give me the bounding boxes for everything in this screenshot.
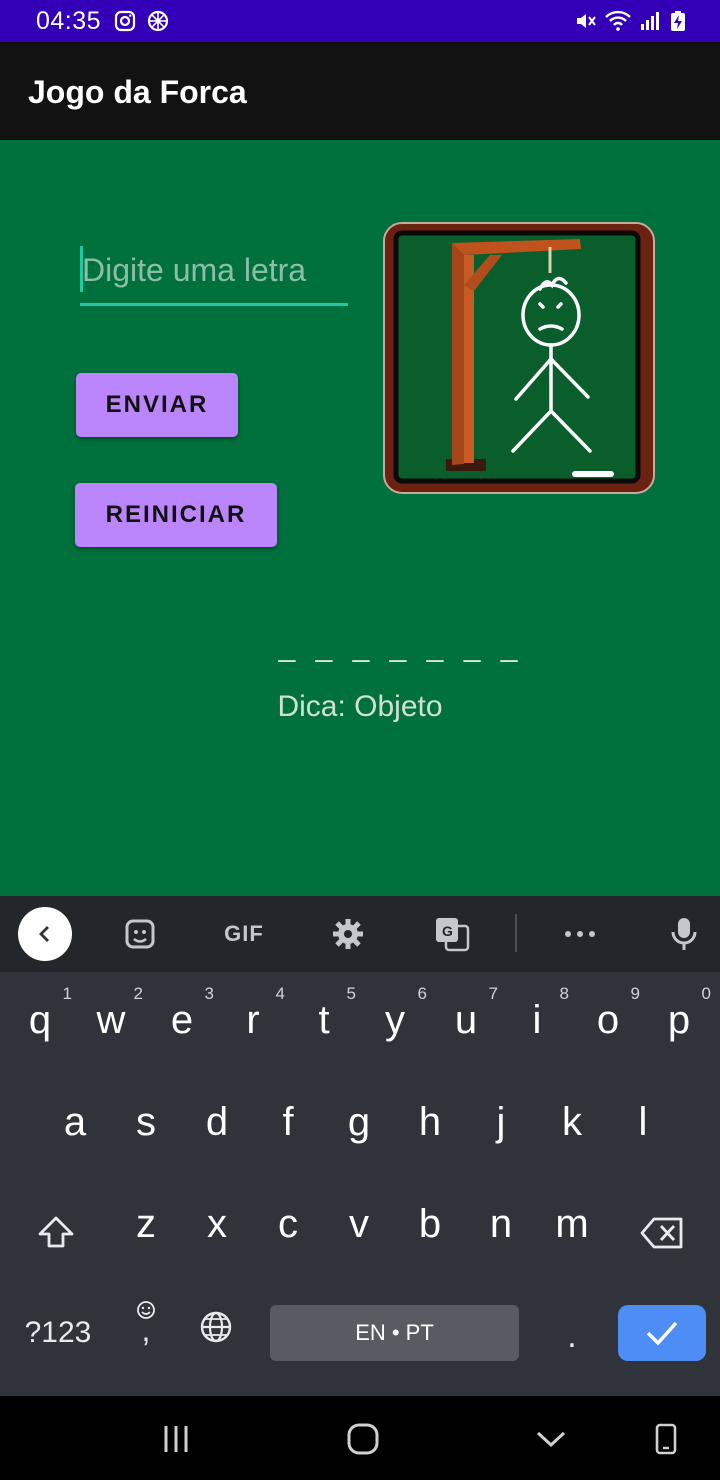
sticker-icon[interactable] xyxy=(116,910,164,958)
key-y[interactable]: 6y xyxy=(359,978,431,1068)
key-f[interactable]: f xyxy=(252,1080,324,1170)
key-u[interactable]: 7u xyxy=(430,978,502,1068)
key-label: i xyxy=(532,998,542,1042)
toolbar-divider xyxy=(515,914,517,952)
key-label: o xyxy=(596,998,620,1042)
key-label: c xyxy=(278,1202,298,1246)
key-g[interactable]: g xyxy=(323,1080,395,1170)
shift-icon[interactable] xyxy=(20,1198,92,1270)
key-label: m xyxy=(555,1202,589,1246)
rotate-icon[interactable] xyxy=(646,1422,686,1456)
key-label: d xyxy=(205,1100,229,1144)
space-bar[interactable]: EN • PT xyxy=(270,1305,519,1361)
key-label: p xyxy=(667,998,691,1042)
key-label: w xyxy=(96,998,126,1042)
key-s[interactable]: s xyxy=(110,1080,182,1170)
key-label: x xyxy=(207,1202,227,1246)
key-r[interactable]: 4r xyxy=(217,978,289,1068)
game-area: Digite uma letra ENVIAR REINICIAR _ _ _ … xyxy=(0,140,720,896)
key-k[interactable]: k xyxy=(536,1080,608,1170)
gif-icon[interactable]: GIF xyxy=(220,910,268,958)
key-label: g xyxy=(347,1100,371,1144)
key-l[interactable]: l xyxy=(607,1080,679,1170)
navigation-bar xyxy=(0,1396,720,1480)
translate-icon[interactable]: G xyxy=(428,910,476,958)
key-label: v xyxy=(349,1202,369,1246)
key-e[interactable]: 3e xyxy=(146,978,218,1068)
keyboard-toolbar: GIF G xyxy=(0,896,720,972)
globe-icon[interactable] xyxy=(196,1310,236,1350)
check-icon xyxy=(646,1321,678,1346)
send-button[interactable]: ENVIAR xyxy=(76,373,238,437)
key-j[interactable]: j xyxy=(465,1080,537,1170)
gif-label: GIF xyxy=(224,921,264,946)
key-h[interactable]: h xyxy=(394,1080,466,1170)
key-label: s xyxy=(136,1100,156,1144)
key-label: t xyxy=(318,998,330,1042)
app-bar: Jogo da Forca xyxy=(0,42,720,140)
enter-key[interactable] xyxy=(618,1305,706,1361)
word-mask: _ _ _ _ _ _ _ xyxy=(278,630,524,663)
comma-label: , xyxy=(141,1312,151,1348)
key-m[interactable]: m xyxy=(536,1182,608,1272)
letter-input-placeholder: Digite uma letra xyxy=(82,252,307,288)
app-title: Jogo da Forca xyxy=(28,74,247,110)
key-label: z xyxy=(136,1202,156,1246)
settings-wheel-icon xyxy=(147,10,169,32)
backspace-icon[interactable] xyxy=(626,1198,698,1270)
key-label: b xyxy=(418,1202,442,1246)
key-z[interactable]: z xyxy=(110,1182,182,1272)
key-c[interactable]: c xyxy=(252,1182,324,1272)
period-key[interactable]: . xyxy=(548,1310,596,1362)
key-a[interactable]: a xyxy=(39,1080,111,1170)
letter-input[interactable]: Digite uma letra xyxy=(80,244,348,306)
key-label: y xyxy=(385,998,405,1042)
key-label: f xyxy=(282,1100,294,1144)
microphone-icon[interactable] xyxy=(660,910,708,958)
key-q[interactable]: 1q xyxy=(4,978,76,1068)
key-i[interactable]: 8i xyxy=(501,978,573,1068)
wifi-icon xyxy=(605,10,631,31)
key-v[interactable]: v xyxy=(323,1182,395,1272)
status-bar: 04:35 xyxy=(0,0,720,42)
instagram-icon xyxy=(114,10,136,32)
key-d[interactable]: d xyxy=(181,1080,253,1170)
key-label: l xyxy=(638,1100,648,1144)
key-label: u xyxy=(454,998,478,1042)
key-label: q xyxy=(28,998,52,1042)
home-icon[interactable] xyxy=(343,1422,383,1456)
hint-text: Dica: Objeto xyxy=(277,690,443,723)
mute-icon xyxy=(577,14,596,28)
key-label: h xyxy=(418,1100,442,1144)
key-p[interactable]: 0p xyxy=(643,978,715,1068)
key-label: a xyxy=(63,1100,87,1144)
key-o[interactable]: 9o xyxy=(572,978,644,1068)
signal-icon xyxy=(641,12,659,30)
key-label: e xyxy=(170,998,194,1042)
back-icon[interactable] xyxy=(18,907,72,961)
svg-text:G: G xyxy=(442,923,453,939)
key-n[interactable]: n xyxy=(465,1182,537,1272)
key-w[interactable]: 2w xyxy=(75,978,147,1068)
key-t[interactable]: 5t xyxy=(288,978,360,1068)
letter-input-underline xyxy=(80,303,348,306)
hangman-image xyxy=(383,222,655,494)
key-label: j xyxy=(496,1100,506,1144)
settings-gear-icon[interactable] xyxy=(324,910,372,958)
key-label: n xyxy=(489,1202,513,1246)
back-chevron-icon[interactable] xyxy=(531,1422,571,1456)
key-label: r xyxy=(246,998,260,1042)
more-icon[interactable] xyxy=(556,910,604,958)
restart-button[interactable]: REINICIAR xyxy=(75,483,277,547)
status-time: 04:35 xyxy=(36,7,102,35)
recents-icon[interactable] xyxy=(156,1422,196,1456)
battery-charging-icon xyxy=(671,11,685,31)
emoji-comma-key[interactable]: , xyxy=(124,1300,168,1360)
key-label: k xyxy=(562,1100,582,1144)
key-b[interactable]: b xyxy=(394,1182,466,1272)
soft-keyboard: GIF G 1q 2w 3e 4r 5t 6y 7u 8i 9o 0p a s … xyxy=(0,896,720,1396)
key-x[interactable]: x xyxy=(181,1182,253,1272)
symbols-key[interactable]: ?123 xyxy=(10,1310,106,1356)
